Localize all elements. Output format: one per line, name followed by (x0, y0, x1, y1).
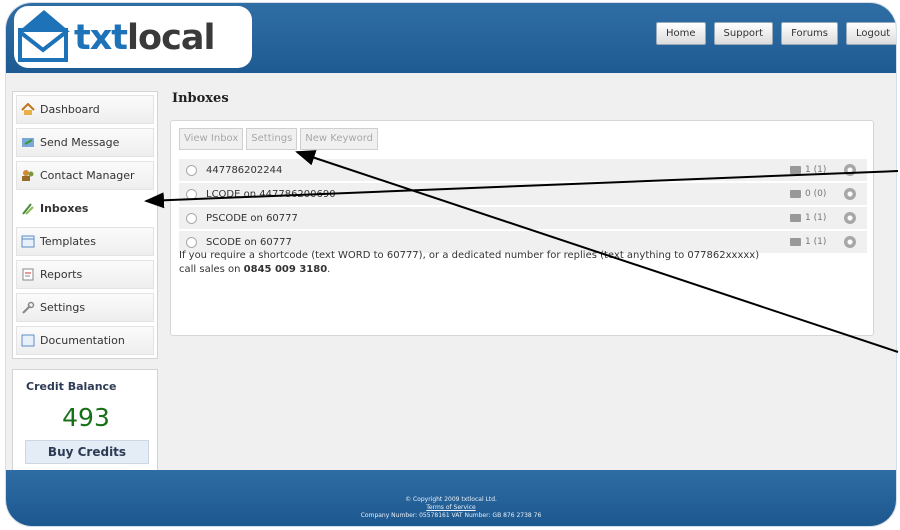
inbox-toolbar: View Inbox Settings New Keyword (179, 128, 378, 150)
sales-note-suffix: . (327, 264, 331, 275)
gear-icon[interactable] (844, 164, 856, 176)
sales-note-line1: If you require a shortcode (text WORD to… (179, 250, 760, 261)
messages-icon (790, 166, 801, 174)
footer-company-info: Company Number: 05578161 VAT Number: GB … (360, 512, 542, 519)
gear-icon[interactable] (844, 212, 856, 224)
brand-part-local: local (127, 18, 215, 58)
sidebar-item-label: Dashboard (40, 103, 100, 116)
envelope-logo-icon (18, 10, 70, 62)
sidebar-item-label: Contact Manager (40, 169, 135, 182)
sidebar-menu: Dashboard Send Message Contact Manager I… (12, 91, 158, 359)
sidebar-item-settings[interactable]: Settings (16, 293, 154, 322)
sidebar-item-label: Reports (40, 268, 83, 281)
inbox-name: 447786202244 (206, 164, 283, 176)
messages-icon (790, 238, 801, 246)
inbox-panel: View Inbox Settings New Keyword 44778620… (170, 120, 874, 336)
sidebar-item-label: Settings (40, 301, 86, 314)
sidebar: Dashboard Send Message Contact Manager I… (12, 91, 158, 474)
message-count: 1 (1) (790, 159, 826, 181)
window-frame: txtlocal Home Support Forums Logout Dash… (6, 3, 896, 526)
message-count-value: 1 (1) (805, 213, 827, 223)
sidebar-item-contact-manager[interactable]: Contact Manager (16, 161, 154, 190)
wrench-icon (22, 301, 35, 314)
list-item[interactable]: LCODE on 447786200690 0 (0) (179, 183, 867, 205)
footer-copyright: © Copyright 2009 txtlocal Ltd. (405, 496, 497, 503)
gear-icon[interactable] (844, 188, 856, 200)
inbox-name: LCODE on 447786200690 (206, 188, 336, 200)
document-icon (21, 334, 35, 347)
forums-button[interactable]: Forums (781, 22, 838, 45)
message-count-value: 1 (1) (805, 237, 827, 247)
view-inbox-button[interactable]: View Inbox (179, 128, 244, 150)
reports-icon (22, 268, 34, 281)
sidebar-item-inboxes[interactable]: Inboxes (16, 194, 154, 223)
inbox-radio[interactable] (186, 164, 197, 176)
inbox-radio[interactable] (186, 188, 197, 200)
messages-icon (790, 214, 801, 222)
sales-note: If you require a shortcode (text WORD to… (179, 249, 819, 277)
message-count-value: 0 (0) (805, 189, 827, 199)
sidebar-item-label: Send Message (40, 136, 120, 149)
logout-button[interactable]: Logout (845, 22, 896, 45)
message-count: 0 (0) (790, 183, 826, 205)
top-nav: Home Support Forums Logout (656, 22, 896, 45)
inbox-radio[interactable] (186, 212, 197, 224)
send-message-icon (22, 138, 34, 147)
sidebar-item-label: Templates (40, 235, 96, 248)
brand-part-txt: txt (74, 18, 128, 58)
sidebar-item-label: Inboxes (40, 202, 89, 215)
list-item[interactable]: 447786202244 1 (1) (179, 159, 867, 181)
footer: © Copyright 2009 txtlocal Ltd. Terms of … (6, 470, 896, 526)
list-item[interactable]: PSCODE on 60777 1 (1) (179, 207, 867, 229)
credit-balance-amount: 493 (62, 403, 110, 432)
home-button[interactable]: Home (656, 22, 706, 45)
terms-of-service-link[interactable]: Terms of Service (6, 504, 896, 511)
inbox-icon (22, 203, 34, 215)
messages-icon (790, 190, 801, 198)
page-title: Inboxes (172, 91, 229, 106)
sidebar-item-documentation[interactable]: Documentation (16, 326, 154, 355)
credit-balance-title: Credit Balance (26, 380, 117, 393)
txtlocal-logo[interactable]: txtlocal (14, 6, 252, 68)
sales-phone-number: 0845 009 3180 (243, 264, 328, 275)
credit-balance-panel: Credit Balance 493 Buy Credits (12, 369, 158, 474)
inbox-name: PSCODE on 60777 (206, 212, 298, 224)
header-bar: txtlocal Home Support Forums Logout (6, 3, 896, 73)
buy-credits-button[interactable]: Buy Credits (25, 440, 149, 464)
sidebar-item-send-message[interactable]: Send Message (16, 128, 154, 157)
sidebar-item-dashboard[interactable]: Dashboard (16, 95, 154, 124)
inbox-radio[interactable] (186, 236, 197, 248)
inbox-name: SCODE on 60777 (206, 236, 292, 248)
house-icon (21, 103, 35, 115)
sidebar-item-reports[interactable]: Reports (16, 260, 154, 289)
message-count-value: 1 (1) (805, 165, 827, 175)
sales-note-line2: call sales on 0845 009 3180. (179, 263, 819, 277)
message-count: 1 (1) (790, 207, 826, 229)
gear-icon[interactable] (844, 236, 856, 248)
sidebar-item-label: Documentation (40, 334, 125, 347)
inbox-list: 447786202244 1 (1) LCODE on 447786200690… (179, 159, 867, 255)
settings-button[interactable]: Settings (246, 128, 298, 150)
new-keyword-button[interactable]: New Keyword (300, 128, 378, 150)
sales-note-prefix: call sales on (179, 264, 244, 275)
contacts-icon (22, 170, 34, 181)
brand-name: txtlocal (74, 18, 215, 58)
support-button[interactable]: Support (713, 22, 774, 45)
sidebar-item-templates[interactable]: Templates (16, 227, 154, 256)
template-icon (21, 235, 35, 248)
